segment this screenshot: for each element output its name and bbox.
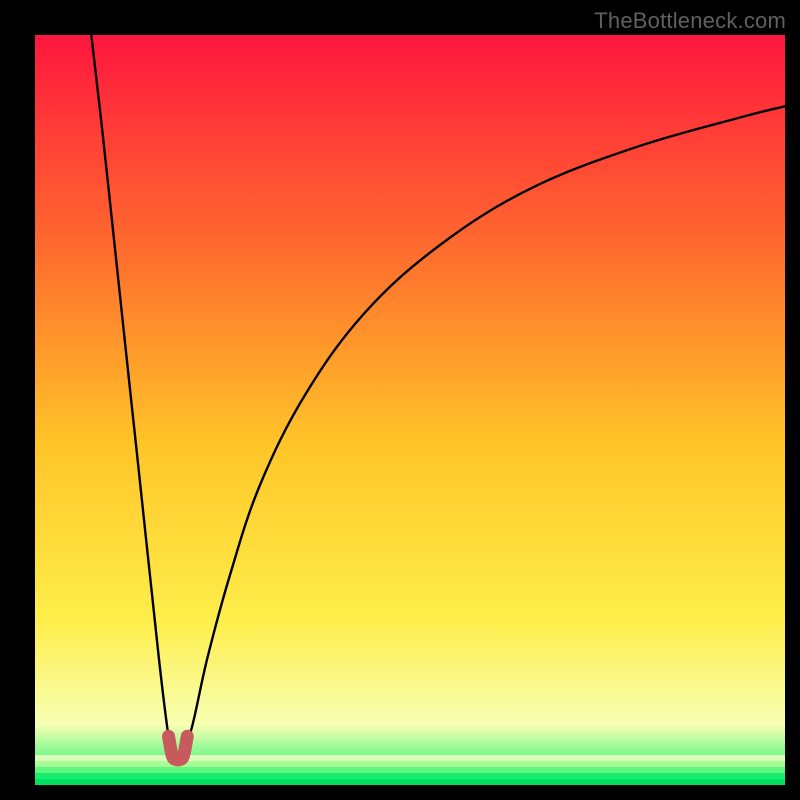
curve-right — [181, 106, 785, 759]
curve-left — [91, 35, 174, 760]
plot-area — [35, 35, 785, 785]
notch-marker — [169, 736, 188, 760]
outer-frame: TheBottleneck.com — [0, 0, 800, 800]
curve-layer — [35, 35, 785, 785]
watermark-text: TheBottleneck.com — [594, 8, 786, 34]
